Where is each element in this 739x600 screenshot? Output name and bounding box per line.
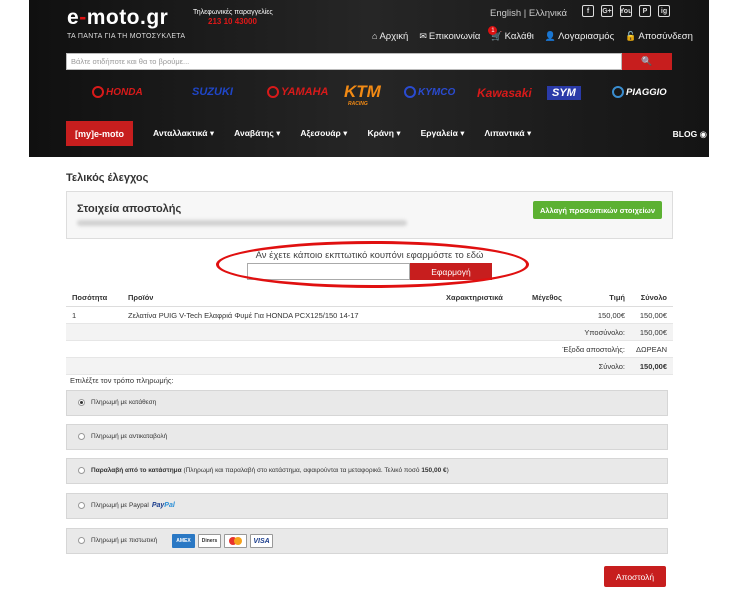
search-input[interactable]: Βάλτε οτιδήποτε και θα το βρούμε... <box>66 53 622 70</box>
shipping-address-redacted <box>77 220 407 226</box>
menu-tools[interactable]: Εργαλεία ▾ <box>421 128 465 139</box>
card-logos: AMEX Diners VISA <box>172 534 273 548</box>
rss-icon: ◉ <box>699 129 707 139</box>
phone-number[interactable]: 213 10 43000 <box>208 17 257 26</box>
payment-option-store-pickup[interactable]: Παραλαβή από το κατάστημα (Πληρωμή και π… <box>66 458 668 484</box>
payment-option-cod[interactable]: Πληρωμή με αντικαταβολή <box>66 424 668 450</box>
radio-card[interactable] <box>78 537 85 544</box>
radio-cod[interactable] <box>78 433 85 440</box>
kymco-logo-icon <box>404 86 416 98</box>
nav-contact[interactable]: ✉ Επικοινωνία <box>419 31 480 42</box>
menu-spare-parts[interactable]: Ανταλλακτικά ▾ <box>153 128 214 139</box>
order-summary-table: Ποσότητα Προϊόν Χαρακτηριστικά Μέγεθος Τ… <box>66 289 673 375</box>
shipping-title: Στοιχεία αποστολής <box>77 203 182 215</box>
facebook-icon[interactable]: f <box>582 5 594 17</box>
site-header: e-moto.gr ΤΑ ΠΑΝΤΑ ΓΙΑ ΤΗ ΜΟΤΟΣΥΚΛΕΤΑ Τη… <box>29 0 709 157</box>
subtotal-row: Υποσύνολο: 150,00€ <box>66 324 673 341</box>
language-switch[interactable]: English | Ελληνικά <box>490 8 567 19</box>
home-icon: ⌂ <box>372 31 378 41</box>
brand-kymco[interactable]: KYMCO <box>404 86 455 98</box>
brand-ktm[interactable]: KTM RACING <box>344 82 381 107</box>
yamaha-tuning-fork-icon <box>267 86 279 98</box>
menu-blog[interactable]: BLOG ◉ <box>673 129 707 140</box>
payment-method-label: Επιλέξτε τον τρόπο πληρωμής: <box>70 376 174 385</box>
nav-logout[interactable]: 🔓 Αποσύνδεση <box>625 31 693 42</box>
radio-store-pickup[interactable] <box>78 467 85 474</box>
radio-deposit[interactable] <box>78 399 85 406</box>
envelope-icon: ✉ <box>419 31 427 41</box>
nav-account[interactable]: 👤 Λογαριασμός <box>545 31 614 42</box>
brand-piaggio[interactable]: PIAGGIO <box>612 86 667 98</box>
nav-cart[interactable]: 1 🛒 Καλάθι <box>488 26 534 42</box>
submit-order-button[interactable]: Αποστολή <box>604 566 666 587</box>
youtube-icon[interactable]: You <box>620 5 632 17</box>
payment-option-paypal[interactable]: Πληρωμή με Paypal PayPal <box>66 493 668 519</box>
phone-label: Τηλεφωνικές παραγγελίες <box>193 9 273 16</box>
menu-rider[interactable]: Αναβάτης ▾ <box>234 128 280 139</box>
page-title: Τελικός έλεγχος <box>66 172 149 184</box>
table-row: 1 Ζελατίνα PUIG V-Tech Ελαφριά Φυμέ Για … <box>66 307 673 324</box>
brand-yamaha[interactable]: YAMAHA <box>267 86 328 98</box>
shipping-details-panel: Στοιχεία αποστολής Αλλαγή προσωπικών στο… <box>66 191 673 239</box>
search-icon: 🔍 <box>641 56 653 66</box>
menu-helmets[interactable]: Κράνη ▾ <box>367 128 400 139</box>
radio-paypal[interactable] <box>78 502 85 509</box>
site-logo[interactable]: e-moto.gr <box>67 6 168 30</box>
menu-accessories[interactable]: Αξεσουάρ ▾ <box>300 128 347 139</box>
checkout-page: e-moto.gr ΤΑ ΠΑΝΤΑ ΓΙΑ ΤΗ ΜΟΤΟΣΥΚΛΕΤΑ Τη… <box>0 0 739 600</box>
menu-my-emoto[interactable]: [my]e-moto <box>66 121 133 146</box>
unlock-icon: 🔓 <box>625 31 637 41</box>
brand-sym[interactable]: SYM <box>547 86 581 100</box>
payment-option-deposit[interactable]: Πληρωμή με κατάθεση <box>66 390 668 416</box>
top-nav: ⌂ Αρχική ✉ Επικοινωνία 1 🛒 Καλάθι 👤 Λογαριασμ… <box>372 26 693 42</box>
piaggio-shield-icon <box>612 86 624 98</box>
googleplus-icon[interactable]: G+ <box>601 5 613 17</box>
change-details-button[interactable]: Αλλαγή προσωπικών στοιχείων <box>533 201 662 219</box>
total-row: Σύνολο: 150,00€ <box>66 358 673 375</box>
social-links: f G+ You P ig <box>582 5 670 17</box>
nav-home[interactable]: ⌂ Αρχική <box>372 31 408 42</box>
table-header: Ποσότητα Προϊόν Χαρακτηριστικά Μέγεθος Τ… <box>66 289 673 307</box>
visa-icon: VISA <box>250 534 273 548</box>
user-icon: 👤 <box>544 31 557 41</box>
brand-honda[interactable]: HONDA <box>92 86 143 98</box>
paypal-logo-icon: PayPal <box>151 502 175 509</box>
tagline: ΤΑ ΠΑΝΤΑ ΓΙΑ ΤΗ ΜΟΤΟΣΥΚΛΕΤΑ <box>67 33 186 40</box>
mastercard-icon <box>224 534 247 548</box>
payment-option-card[interactable]: Πληρωμή με πιστωτική AMEX Diners VISA <box>66 528 668 554</box>
instagram-icon[interactable]: ig <box>658 5 670 17</box>
diners-icon: Diners <box>198 534 221 548</box>
brand-strip: HONDA SUZUKI YAMAHA KTM RACING KYMCO Kawa… <box>92 82 692 107</box>
honda-wing-icon <box>92 86 104 98</box>
brand-suzuki[interactable]: SUZUKI <box>192 86 233 98</box>
pinterest-icon[interactable]: P <box>639 5 651 17</box>
amex-icon: AMEX <box>172 534 195 548</box>
menu-lubricants[interactable]: Λιπαντικά ▾ <box>485 128 532 139</box>
brand-kawasaki[interactable]: Kawasaki <box>477 86 532 100</box>
shipping-cost-row: Έξοδα αποστολής: ΔΩΡΕΑΝ <box>66 341 673 358</box>
search-button[interactable]: 🔍 <box>622 53 672 70</box>
main-menu: [my]e-moto Ανταλλακτικά ▾ Αναβάτης ▾ Αξε… <box>66 121 709 146</box>
highlight-ellipse <box>216 241 529 288</box>
